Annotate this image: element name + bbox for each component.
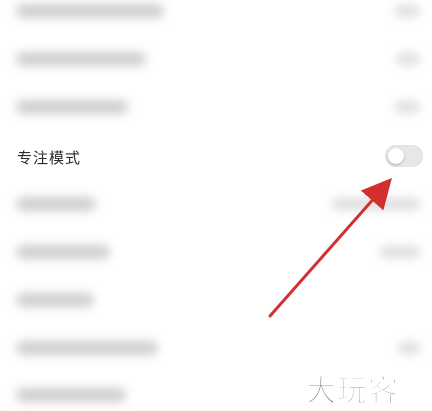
blurred-setting-row[interactable] (0, 331, 432, 365)
blurred-row-value (396, 53, 420, 65)
blurred-row-label (16, 52, 146, 66)
blurred-setting-row[interactable] (0, 235, 432, 269)
blurred-row-label (16, 293, 94, 307)
blurred-setting-row[interactable] (0, 283, 432, 317)
toggle-knob (388, 148, 404, 164)
blurred-row-label (16, 100, 128, 114)
blurred-row-label (16, 245, 110, 259)
blurred-setting-row[interactable] (0, 90, 432, 124)
blurred-row-label (16, 388, 126, 402)
blurred-row-label (16, 197, 96, 211)
blurred-row-value (394, 101, 420, 113)
blurred-row-value (394, 5, 420, 17)
blurred-setting-row[interactable] (0, 0, 432, 28)
blurred-row-value (398, 342, 420, 354)
focus-mode-toggle[interactable] (385, 145, 423, 167)
blurred-setting-row[interactable] (0, 42, 432, 76)
blurred-row-value (380, 246, 420, 258)
blurred-row-label (16, 341, 158, 355)
blurred-setting-row[interactable] (0, 187, 432, 221)
focus-mode-label: 专注模式 (17, 149, 82, 167)
blurred-row-value (332, 198, 420, 210)
blurred-row-label (16, 4, 164, 18)
focus-mode-row[interactable]: 专注模式 (0, 139, 432, 173)
settings-screen: 专注模式 大玩客 (0, 0, 432, 411)
watermark-logo: 大玩客 (306, 374, 399, 410)
